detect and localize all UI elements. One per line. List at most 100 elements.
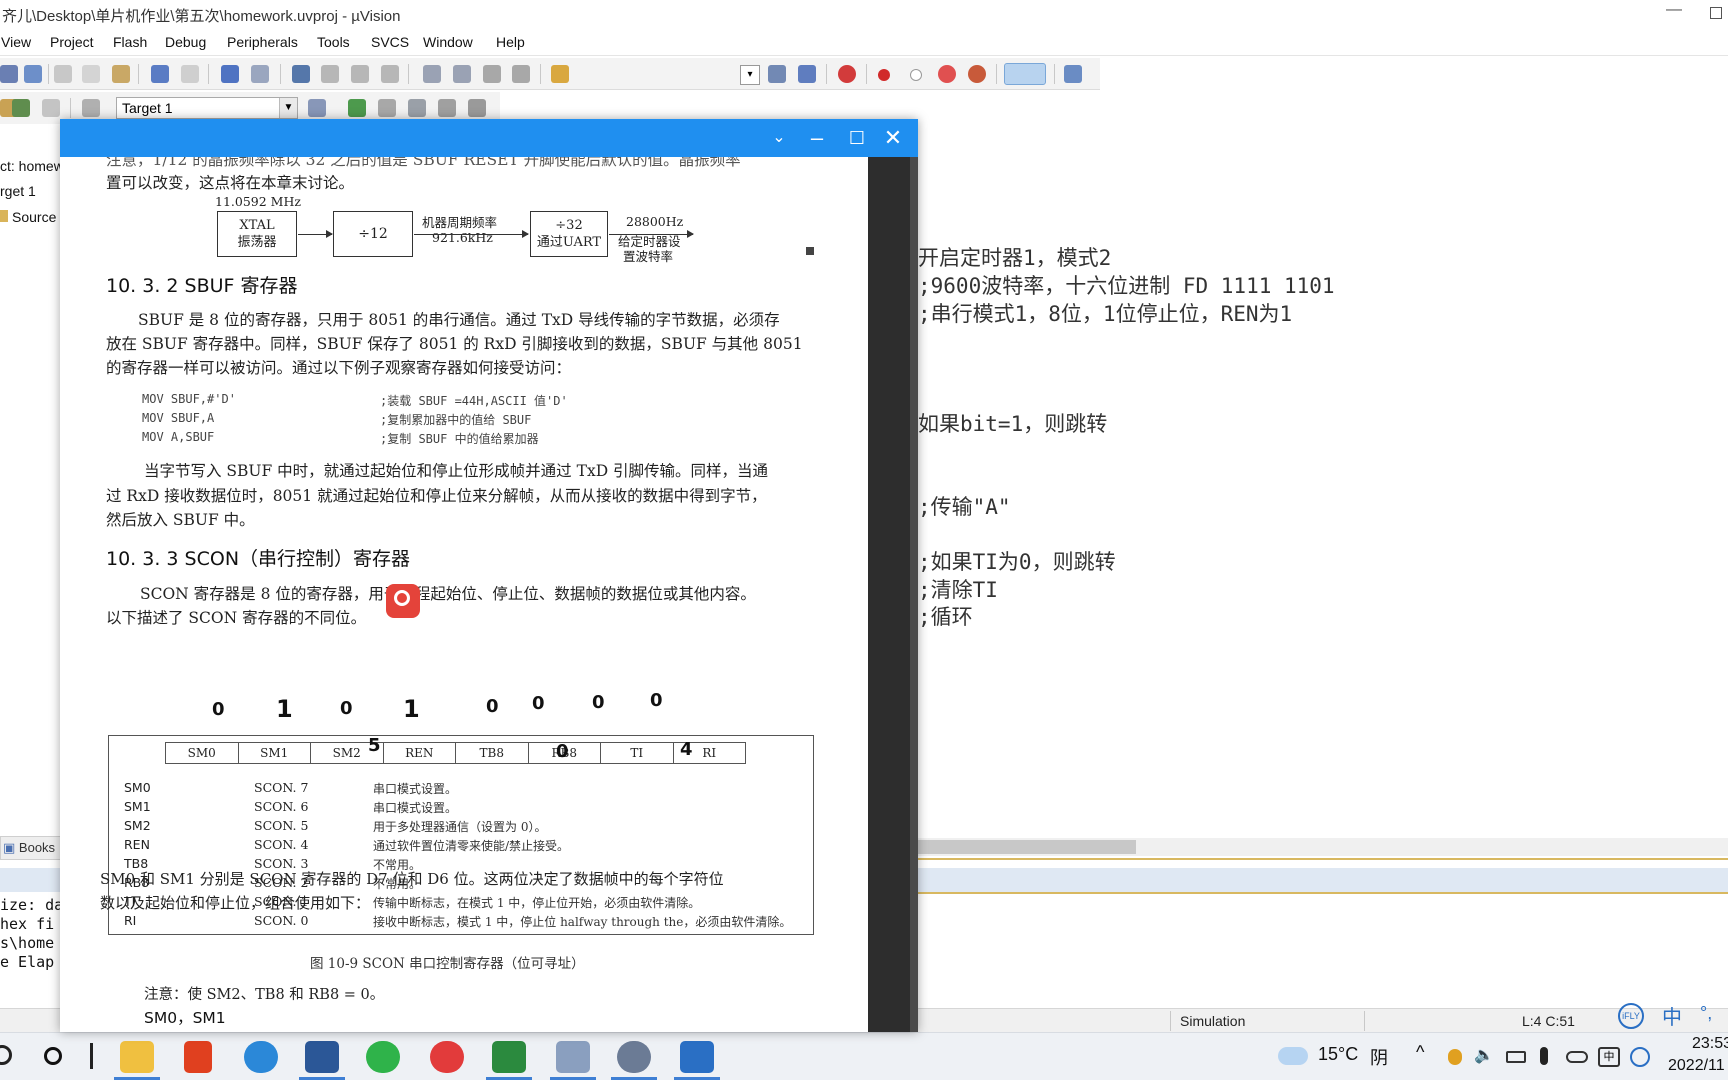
multi-project-icon[interactable] bbox=[438, 99, 456, 117]
target-options-icon[interactable] bbox=[308, 99, 326, 117]
code-editor[interactable]: 开启定时器1，模式2 ;9600波特率，十六位进制 FD 1111 1101 ;… bbox=[918, 156, 1728, 856]
menu-help[interactable]: Help bbox=[496, 34, 525, 50]
find-icon[interactable] bbox=[768, 65, 786, 83]
weather-temperature[interactable]: 15°C bbox=[1318, 1044, 1358, 1065]
chevron-down-icon[interactable]: ⌄ bbox=[764, 125, 794, 151]
editor-horizontal-scrollbar[interactable] bbox=[918, 838, 1728, 856]
bookmark-clear-icon[interactable] bbox=[381, 65, 399, 83]
configure-icon[interactable] bbox=[1064, 65, 1082, 83]
netease-music-icon[interactable] bbox=[430, 1041, 464, 1073]
register-bit-name: RI bbox=[124, 913, 137, 928]
chevron-up-icon[interactable]: ^ bbox=[1416, 1042, 1424, 1063]
weather-description[interactable]: 阴 bbox=[1370, 1044, 1388, 1070]
save-all-icon[interactable] bbox=[24, 65, 42, 83]
nav-back-icon[interactable] bbox=[221, 65, 239, 83]
menu-svcs[interactable]: SVCS bbox=[371, 34, 409, 50]
bookmark-prev-icon[interactable] bbox=[321, 65, 339, 83]
menu-view[interactable]: View bbox=[1, 34, 31, 50]
find-combo[interactable]: ▾ bbox=[740, 65, 760, 85]
target-item[interactable]: rget 1 bbox=[0, 183, 36, 199]
breakpoint-disable-all-icon[interactable] bbox=[938, 65, 956, 83]
paste-icon[interactable] bbox=[112, 65, 130, 83]
books-tab[interactable]: ▣ Books bbox=[0, 836, 62, 860]
window-title: 齐儿\Desktop\单片机作业\第五次\homework.uvproj - µ… bbox=[2, 8, 401, 25]
input-method-icon[interactable]: 中 bbox=[1598, 1047, 1620, 1067]
menu-window[interactable]: Window bbox=[423, 34, 473, 50]
wechat-icon[interactable] bbox=[366, 1041, 400, 1073]
start-icon[interactable] bbox=[0, 1045, 12, 1065]
source-group-label[interactable]: Source bbox=[12, 209, 56, 225]
unindent-icon[interactable] bbox=[453, 65, 471, 83]
build-icon[interactable] bbox=[12, 99, 30, 117]
comment-icon[interactable] bbox=[483, 65, 501, 83]
redo-icon[interactable] bbox=[181, 65, 199, 83]
vivado-icon[interactable] bbox=[492, 1041, 526, 1073]
maximize-icon[interactable]: ☐ bbox=[842, 125, 872, 151]
register-bit-cell: TI bbox=[600, 742, 674, 764]
manage-rte-icon[interactable] bbox=[378, 99, 396, 117]
search-button[interactable] bbox=[386, 584, 420, 618]
menu-project[interactable]: Project bbox=[50, 34, 94, 50]
cut-icon[interactable] bbox=[54, 65, 72, 83]
breakpoint-disable-icon[interactable] bbox=[910, 69, 922, 81]
maximize-button[interactable] bbox=[1710, 7, 1722, 19]
office-icon[interactable] bbox=[184, 1041, 212, 1073]
ifly-icon[interactable]: iFLY bbox=[1618, 1003, 1644, 1029]
manage-project-icon[interactable] bbox=[348, 99, 366, 117]
speaker-icon[interactable]: 🔈 bbox=[1474, 1045, 1494, 1065]
uncomment-icon[interactable] bbox=[512, 65, 530, 83]
target-select[interactable]: Target 1 ▼ bbox=[116, 97, 298, 119]
save-icon[interactable] bbox=[0, 65, 18, 83]
bookmark-icon[interactable] bbox=[292, 65, 310, 83]
file-explorer-icon[interactable] bbox=[120, 1041, 154, 1073]
register-bit-address: SCON. 5 bbox=[254, 818, 309, 833]
download-icon[interactable] bbox=[82, 99, 100, 117]
diagram-div32-box: ÷32 通过UART bbox=[530, 211, 608, 257]
rebuild-icon[interactable] bbox=[42, 99, 60, 117]
select-packs-icon[interactable] bbox=[408, 99, 426, 117]
copy-icon[interactable] bbox=[82, 65, 100, 83]
pdf-reader-icon[interactable] bbox=[680, 1041, 714, 1073]
microphone-icon[interactable] bbox=[1540, 1047, 1548, 1065]
search-icon[interactable] bbox=[44, 1047, 62, 1065]
undo-icon[interactable] bbox=[151, 65, 169, 83]
menu-tools[interactable]: Tools bbox=[317, 34, 350, 50]
bookmark-next-icon[interactable] bbox=[351, 65, 369, 83]
incremental-find-icon[interactable] bbox=[798, 65, 816, 83]
minimize-icon[interactable]: – bbox=[802, 125, 832, 151]
pdf-scrollbar[interactable] bbox=[868, 157, 918, 1032]
handwritten-mark: 0 bbox=[532, 693, 545, 714]
ime-mode-toggle[interactable]: 中 bbox=[1662, 1001, 1682, 1030]
pack-installer-icon[interactable] bbox=[468, 99, 486, 117]
project-root-item[interactable]: ct: homew bbox=[0, 158, 64, 174]
open-file-icon[interactable] bbox=[551, 65, 569, 83]
user-app-icon[interactable] bbox=[556, 1041, 590, 1073]
debugger-icon[interactable] bbox=[617, 1041, 651, 1073]
menu-debug[interactable]: Debug bbox=[165, 34, 206, 50]
minimize-button[interactable]: — bbox=[1666, 1, 1682, 19]
nav-forward-icon[interactable] bbox=[251, 65, 269, 83]
word-icon[interactable] bbox=[305, 1041, 339, 1073]
window-layout-icon[interactable] bbox=[1004, 63, 1046, 85]
code-line: ;传输"A" bbox=[918, 495, 1011, 519]
breakpoint-kill-all-icon[interactable] bbox=[968, 65, 986, 83]
qq-icon[interactable] bbox=[1448, 1049, 1462, 1065]
punctuation-icon[interactable]: °, bbox=[1700, 1003, 1712, 1024]
figure-caption: 图 10-9 SCON 串口控制寄存器（位可寻址） bbox=[310, 956, 585, 972]
onedrive-icon[interactable] bbox=[1566, 1051, 1588, 1063]
ifly-tray-icon[interactable] bbox=[1630, 1047, 1650, 1067]
indent-icon[interactable] bbox=[423, 65, 441, 83]
register-bit-address: SCON. 0 bbox=[254, 913, 309, 928]
scrollbar-thumb[interactable] bbox=[918, 840, 1136, 854]
code-instruction: MOV A,SBUF bbox=[142, 430, 215, 444]
task-view-icon[interactable] bbox=[90, 1043, 93, 1069]
menu-peripherals[interactable]: Peripherals bbox=[227, 34, 298, 50]
battery-icon[interactable] bbox=[1506, 1051, 1526, 1063]
edge-icon[interactable] bbox=[244, 1041, 278, 1073]
clock-time[interactable]: 23:53 bbox=[1692, 1035, 1728, 1053]
close-icon[interactable]: ✕ bbox=[878, 125, 908, 151]
breakpoint-icon[interactable] bbox=[878, 69, 890, 81]
clock-date[interactable]: 2022/11 bbox=[1668, 1057, 1725, 1075]
debug-session-icon[interactable] bbox=[838, 65, 856, 83]
menu-flash[interactable]: Flash bbox=[113, 34, 147, 50]
